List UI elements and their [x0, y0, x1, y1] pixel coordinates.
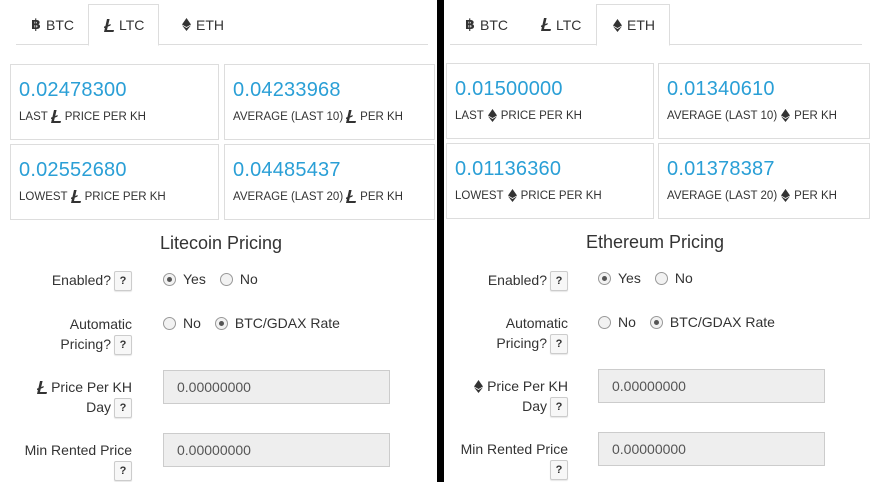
- stat-value: 0.02478300: [19, 79, 127, 101]
- price-per-kh-input[interactable]: 0.00000000: [598, 369, 825, 403]
- min-rented-price-label: Min Rented Price ?: [25, 440, 132, 482]
- auto-no-option[interactable]: No: [598, 314, 636, 330]
- stat-value: 0.01500000: [455, 78, 563, 100]
- min-rented-price-label: Min Rented Price ?: [461, 439, 568, 481]
- radio-button[interactable]: [163, 316, 176, 330]
- stat-label: AVERAGE (LAST 20) PER KH: [233, 190, 403, 203]
- price-per-kh-label: Price Per KH Day?: [473, 376, 568, 418]
- radio-button[interactable]: [598, 271, 611, 285]
- auto-no-option[interactable]: No: [163, 315, 201, 331]
- stat-average-last-20: 0.01378387 AVERAGE (LAST 20) PER KH: [658, 143, 870, 219]
- bitcoin-icon: ฿: [31, 16, 41, 33]
- section-title: Litecoin Pricing: [160, 233, 283, 253]
- help-button[interactable]: ?: [114, 335, 132, 356]
- stat-lowest-price: 0.01136360 LOWEST PRICE PER KH: [446, 143, 654, 219]
- stat-value: 0.04485437: [233, 159, 341, 181]
- ethereum-icon: [611, 18, 623, 32]
- enabled-label: Enabled??: [488, 270, 568, 292]
- ethereum-icon: [487, 109, 497, 122]
- eth-panel: ฿ BTC LTC ETH 0.01500000 LAST PRICE PER K…: [444, 0, 871, 482]
- litecoin-icon: [70, 190, 81, 203]
- tab-label: LTC: [119, 17, 145, 33]
- stat-label: LOWEST PRICE PER KH: [19, 190, 166, 203]
- radio-button[interactable]: [598, 315, 611, 329]
- tab-label: ETH: [627, 17, 655, 33]
- tab-eth[interactable]: ETH: [166, 4, 238, 45]
- enabled-no-option[interactable]: No: [219, 271, 258, 287]
- help-button[interactable]: ?: [114, 398, 132, 419]
- stat-value: 0.01378387: [667, 158, 775, 180]
- enabled-radio-group: Yes No: [163, 271, 272, 287]
- litecoin-icon: [346, 110, 357, 123]
- min-rented-price-input[interactable]: 0.00000000: [163, 433, 390, 467]
- tab-btc[interactable]: ฿ BTC: [16, 4, 88, 45]
- help-button[interactable]: ?: [550, 271, 568, 292]
- stat-average-last-10: 0.01340610 AVERAGE (LAST 10) PER KH: [658, 63, 870, 139]
- stat-label: LAST PRICE PER KH: [455, 109, 582, 122]
- litecoin-icon: [50, 110, 61, 123]
- stat-label: LAST PRICE PER KH: [19, 110, 146, 123]
- ethereum-icon: [781, 109, 791, 122]
- tab-ltc[interactable]: LTC: [526, 4, 595, 45]
- tab-btc[interactable]: ฿ BTC: [450, 4, 522, 45]
- stat-average-last-20: 0.04485437 AVERAGE (LAST 20) PER KH: [224, 144, 435, 220]
- stat-label: AVERAGE (LAST 10) PER KH: [667, 109, 837, 122]
- automatic-pricing-label: Automatic Pricing??: [60, 314, 132, 356]
- enabled-no-option[interactable]: No: [654, 270, 693, 286]
- help-button[interactable]: ?: [114, 461, 132, 482]
- automatic-pricing-radio-group: No BTC/GDAX Rate: [163, 315, 354, 331]
- price-per-kh-label: Price Per KH Day?: [36, 377, 132, 419]
- stat-average-last-10: 0.04233968 AVERAGE (LAST 10) PER KH: [224, 64, 435, 140]
- litecoin-icon: [540, 18, 552, 32]
- enabled-yes-option[interactable]: Yes: [163, 271, 206, 287]
- stat-label: AVERAGE (LAST 10) PER KH: [233, 110, 403, 123]
- ethereum-icon: [507, 189, 517, 202]
- radio-button[interactable]: [219, 272, 233, 286]
- bitcoin-icon: ฿: [465, 16, 475, 33]
- auto-gdax-option[interactable]: BTC/GDAX Rate: [649, 314, 775, 330]
- help-button[interactable]: ?: [550, 334, 568, 355]
- litecoin-icon: [103, 18, 115, 32]
- radio-button[interactable]: [163, 272, 176, 286]
- stat-value: 0.02552680: [19, 159, 127, 181]
- ltc-panel: ฿ BTC LTC ETH 0.02478300 LAST PRICE PER K…: [0, 0, 437, 482]
- tab-ltc[interactable]: LTC: [88, 4, 160, 46]
- radio-button[interactable]: [649, 315, 663, 329]
- enabled-radio-group: Yes No: [598, 270, 707, 286]
- tab-eth[interactable]: ETH: [596, 4, 670, 46]
- stat-value: 0.01340610: [667, 78, 775, 100]
- currency-tabs: ฿ BTC LTC ETH: [450, 0, 862, 46]
- automatic-pricing-label: Automatic Pricing??: [496, 313, 568, 355]
- section-title: Ethereum Pricing: [586, 232, 725, 252]
- currency-tabs: ฿ BTC LTC ETH: [16, 0, 428, 46]
- stat-label: AVERAGE (LAST 20) PER KH: [667, 189, 837, 202]
- auto-gdax-option[interactable]: BTC/GDAX Rate: [214, 315, 340, 331]
- min-rented-price-input[interactable]: 0.00000000: [598, 432, 825, 466]
- radio-button[interactable]: [654, 271, 668, 285]
- ethereum-icon: [781, 189, 791, 202]
- stat-value: 0.04233968: [233, 79, 341, 101]
- ethereum-icon: [180, 18, 192, 32]
- litecoin-icon: [36, 381, 48, 394]
- help-button[interactable]: ?: [550, 460, 568, 481]
- enabled-yes-option[interactable]: Yes: [598, 270, 641, 286]
- radio-button[interactable]: [214, 316, 228, 330]
- stat-last-price: 0.02478300 LAST PRICE PER KH: [10, 64, 219, 140]
- help-button[interactable]: ?: [550, 397, 568, 418]
- tab-label: ETH: [196, 16, 224, 33]
- enabled-label: Enabled??: [52, 270, 132, 292]
- stat-last-price: 0.01500000 LAST PRICE PER KH: [446, 63, 654, 139]
- automatic-pricing-radio-group: No BTC/GDAX Rate: [598, 314, 789, 330]
- litecoin-icon: [346, 190, 357, 203]
- tab-label: LTC: [556, 16, 582, 33]
- ethereum-icon: [474, 380, 484, 393]
- stat-label: LOWEST PRICE PER KH: [455, 189, 602, 202]
- stat-value: 0.01136360: [455, 158, 562, 180]
- tab-label: BTC: [480, 16, 508, 33]
- price-per-kh-input[interactable]: 0.00000000: [163, 370, 390, 404]
- tab-label: BTC: [46, 16, 74, 33]
- panel-divider: [437, 0, 444, 482]
- stat-lowest-price: 0.02552680 LOWEST PRICE PER KH: [10, 144, 219, 220]
- help-button[interactable]: ?: [114, 271, 132, 292]
